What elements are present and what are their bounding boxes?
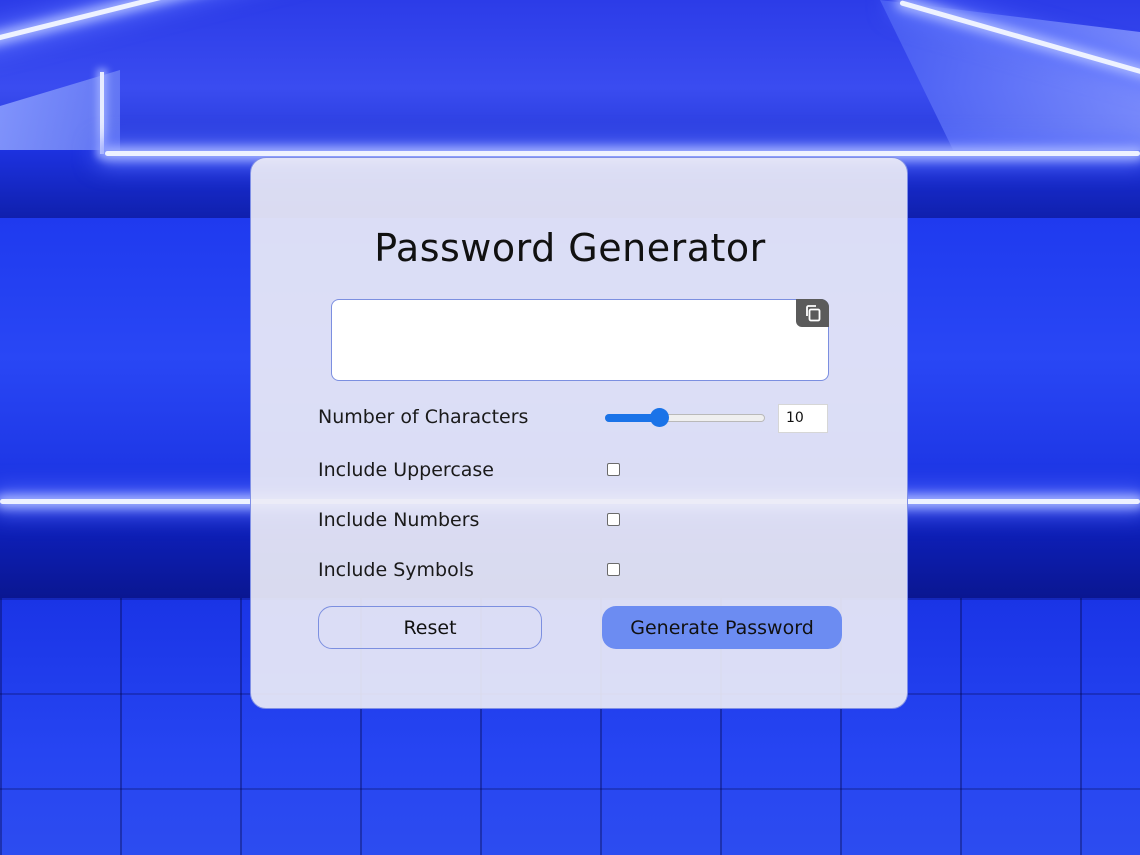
length-label: Number of Characters — [318, 406, 529, 428]
length-input[interactable]: 10 — [778, 404, 828, 433]
background-light-strip — [100, 72, 104, 154]
numbers-checkbox[interactable] — [607, 513, 620, 526]
copy-icon — [805, 305, 820, 322]
generate-password-button[interactable]: Generate Password — [602, 606, 842, 649]
page-title: Password Generator — [374, 226, 766, 270]
copy-button[interactable] — [796, 299, 829, 327]
app-window: Password Generator Number of Characters … — [0, 0, 1140, 855]
symbols-label: Include Symbols — [318, 559, 474, 581]
uppercase-label: Include Uppercase — [318, 459, 494, 481]
password-output[interactable] — [331, 299, 829, 381]
uppercase-checkbox[interactable] — [607, 463, 620, 476]
reset-button[interactable]: Reset — [318, 606, 542, 649]
symbols-checkbox[interactable] — [607, 563, 620, 576]
background-light-strip — [105, 151, 1140, 156]
numbers-label: Include Numbers — [318, 509, 480, 531]
